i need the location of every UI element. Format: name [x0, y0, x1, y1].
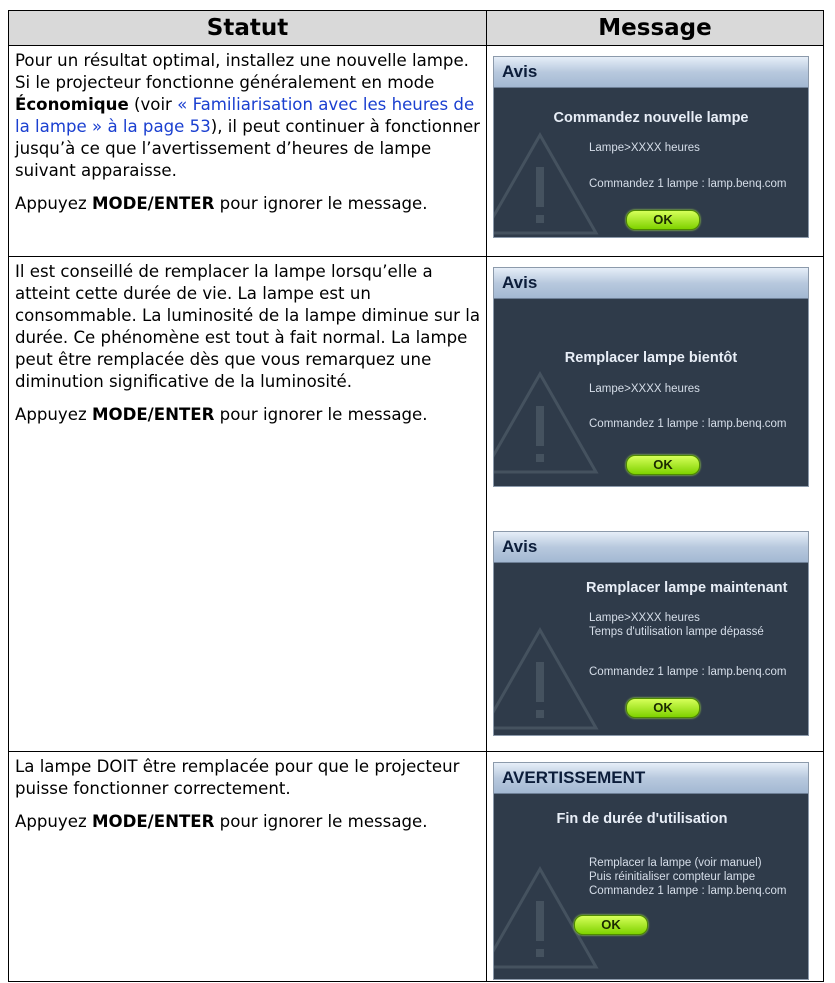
osd-notice-replace-now: Avis Remplacer lampe maintenant Lampe>XX…	[493, 531, 809, 736]
message-cell-3: AVERTISSEMENT Fin de durée d'utilisation…	[486, 751, 824, 982]
warning-triangle-icon	[494, 370, 599, 474]
instruction-paragraph: Appuyez MODE/ENTER pour ignorer le messa…	[15, 405, 428, 424]
osd-notice-replace-soon: Avis Remplacer lampe bientôt Lampe>XXXX …	[493, 267, 809, 487]
mode-enter-key: MODE/ENTER	[91, 812, 215, 831]
osd-line-replace: Remplacer la lampe (voir manuel)	[589, 857, 762, 869]
ok-button[interactable]: OK	[626, 210, 700, 230]
header-message: Message	[486, 10, 824, 46]
osd-line-hours: Lampe>XXXX heures	[589, 142, 700, 154]
status-cell-2: Il est conseillé de remplacer la lampe l…	[8, 256, 487, 752]
ok-button[interactable]: OK	[626, 698, 700, 718]
osd-notice-order-lamp: Avis Commandez nouvelle lampe Lampe>XXXX…	[493, 56, 809, 238]
warning-triangle-icon	[494, 131, 599, 235]
status-paragraph: Pour un résultat optimal, installez une …	[15, 51, 481, 180]
status-paragraph: La lampe DOIT être remplacée pour que le…	[15, 757, 460, 798]
mode-enter-key: MODE/ENTER	[91, 405, 215, 424]
osd-line-reset: Puis réinitialiser compteur lampe	[589, 871, 756, 883]
osd-line-order: Commandez 1 lampe : lamp.benq.com	[589, 178, 787, 190]
status-cell-3: La lampe DOIT être remplacée pour que le…	[8, 751, 487, 982]
osd-heading: Fin de durée d'utilisation	[556, 811, 728, 827]
osd-line-exceeded: Temps d'utilisation lampe dépassé	[589, 626, 764, 638]
instruction-paragraph: Appuyez MODE/ENTER pour ignorer le messa…	[15, 812, 428, 831]
warning-triangle-icon	[494, 626, 599, 730]
osd-warning-end-of-life: AVERTISSEMENT Fin de durée d'utilisation…	[493, 762, 809, 980]
instruction-paragraph: Appuyez MODE/ENTER pour ignorer le messa…	[15, 194, 428, 213]
osd-title-bar: Avis	[494, 268, 808, 299]
osd-line-hours: Lampe>XXXX heures	[589, 612, 700, 624]
message-cell-1: Avis Commandez nouvelle lampe Lampe>XXXX…	[486, 45, 824, 257]
osd-heading: Commandez nouvelle lampe	[553, 110, 749, 126]
osd-heading: Remplacer lampe bientôt	[564, 350, 738, 366]
status-paragraph: Il est conseillé de remplacer la lampe l…	[15, 262, 480, 391]
osd-title-bar: Avis	[494, 57, 808, 88]
osd-heading: Remplacer lampe maintenant	[586, 580, 788, 596]
osd-line-order: Commandez 1 lampe : lamp.benq.com	[589, 885, 787, 897]
osd-line-hours: Lampe>XXXX heures	[589, 383, 700, 395]
ok-button[interactable]: OK	[626, 455, 700, 475]
osd-line-order: Commandez 1 lampe : lamp.benq.com	[589, 418, 787, 430]
osd-title-bar: AVERTISSEMENT	[494, 763, 808, 794]
message-cell-2: Avis Remplacer lampe bientôt Lampe>XXXX …	[486, 256, 824, 752]
osd-title-bar: Avis	[494, 532, 808, 563]
header-status: Statut	[8, 10, 487, 46]
ok-button[interactable]: OK	[574, 915, 648, 935]
lamp-status-table: Statut Message Pour un résultat optimal,…	[8, 10, 824, 982]
osd-line-order: Commandez 1 lampe : lamp.benq.com	[589, 666, 787, 678]
mode-enter-key: MODE/ENTER	[91, 194, 215, 213]
status-cell-1: Pour un résultat optimal, installez une …	[8, 45, 487, 257]
